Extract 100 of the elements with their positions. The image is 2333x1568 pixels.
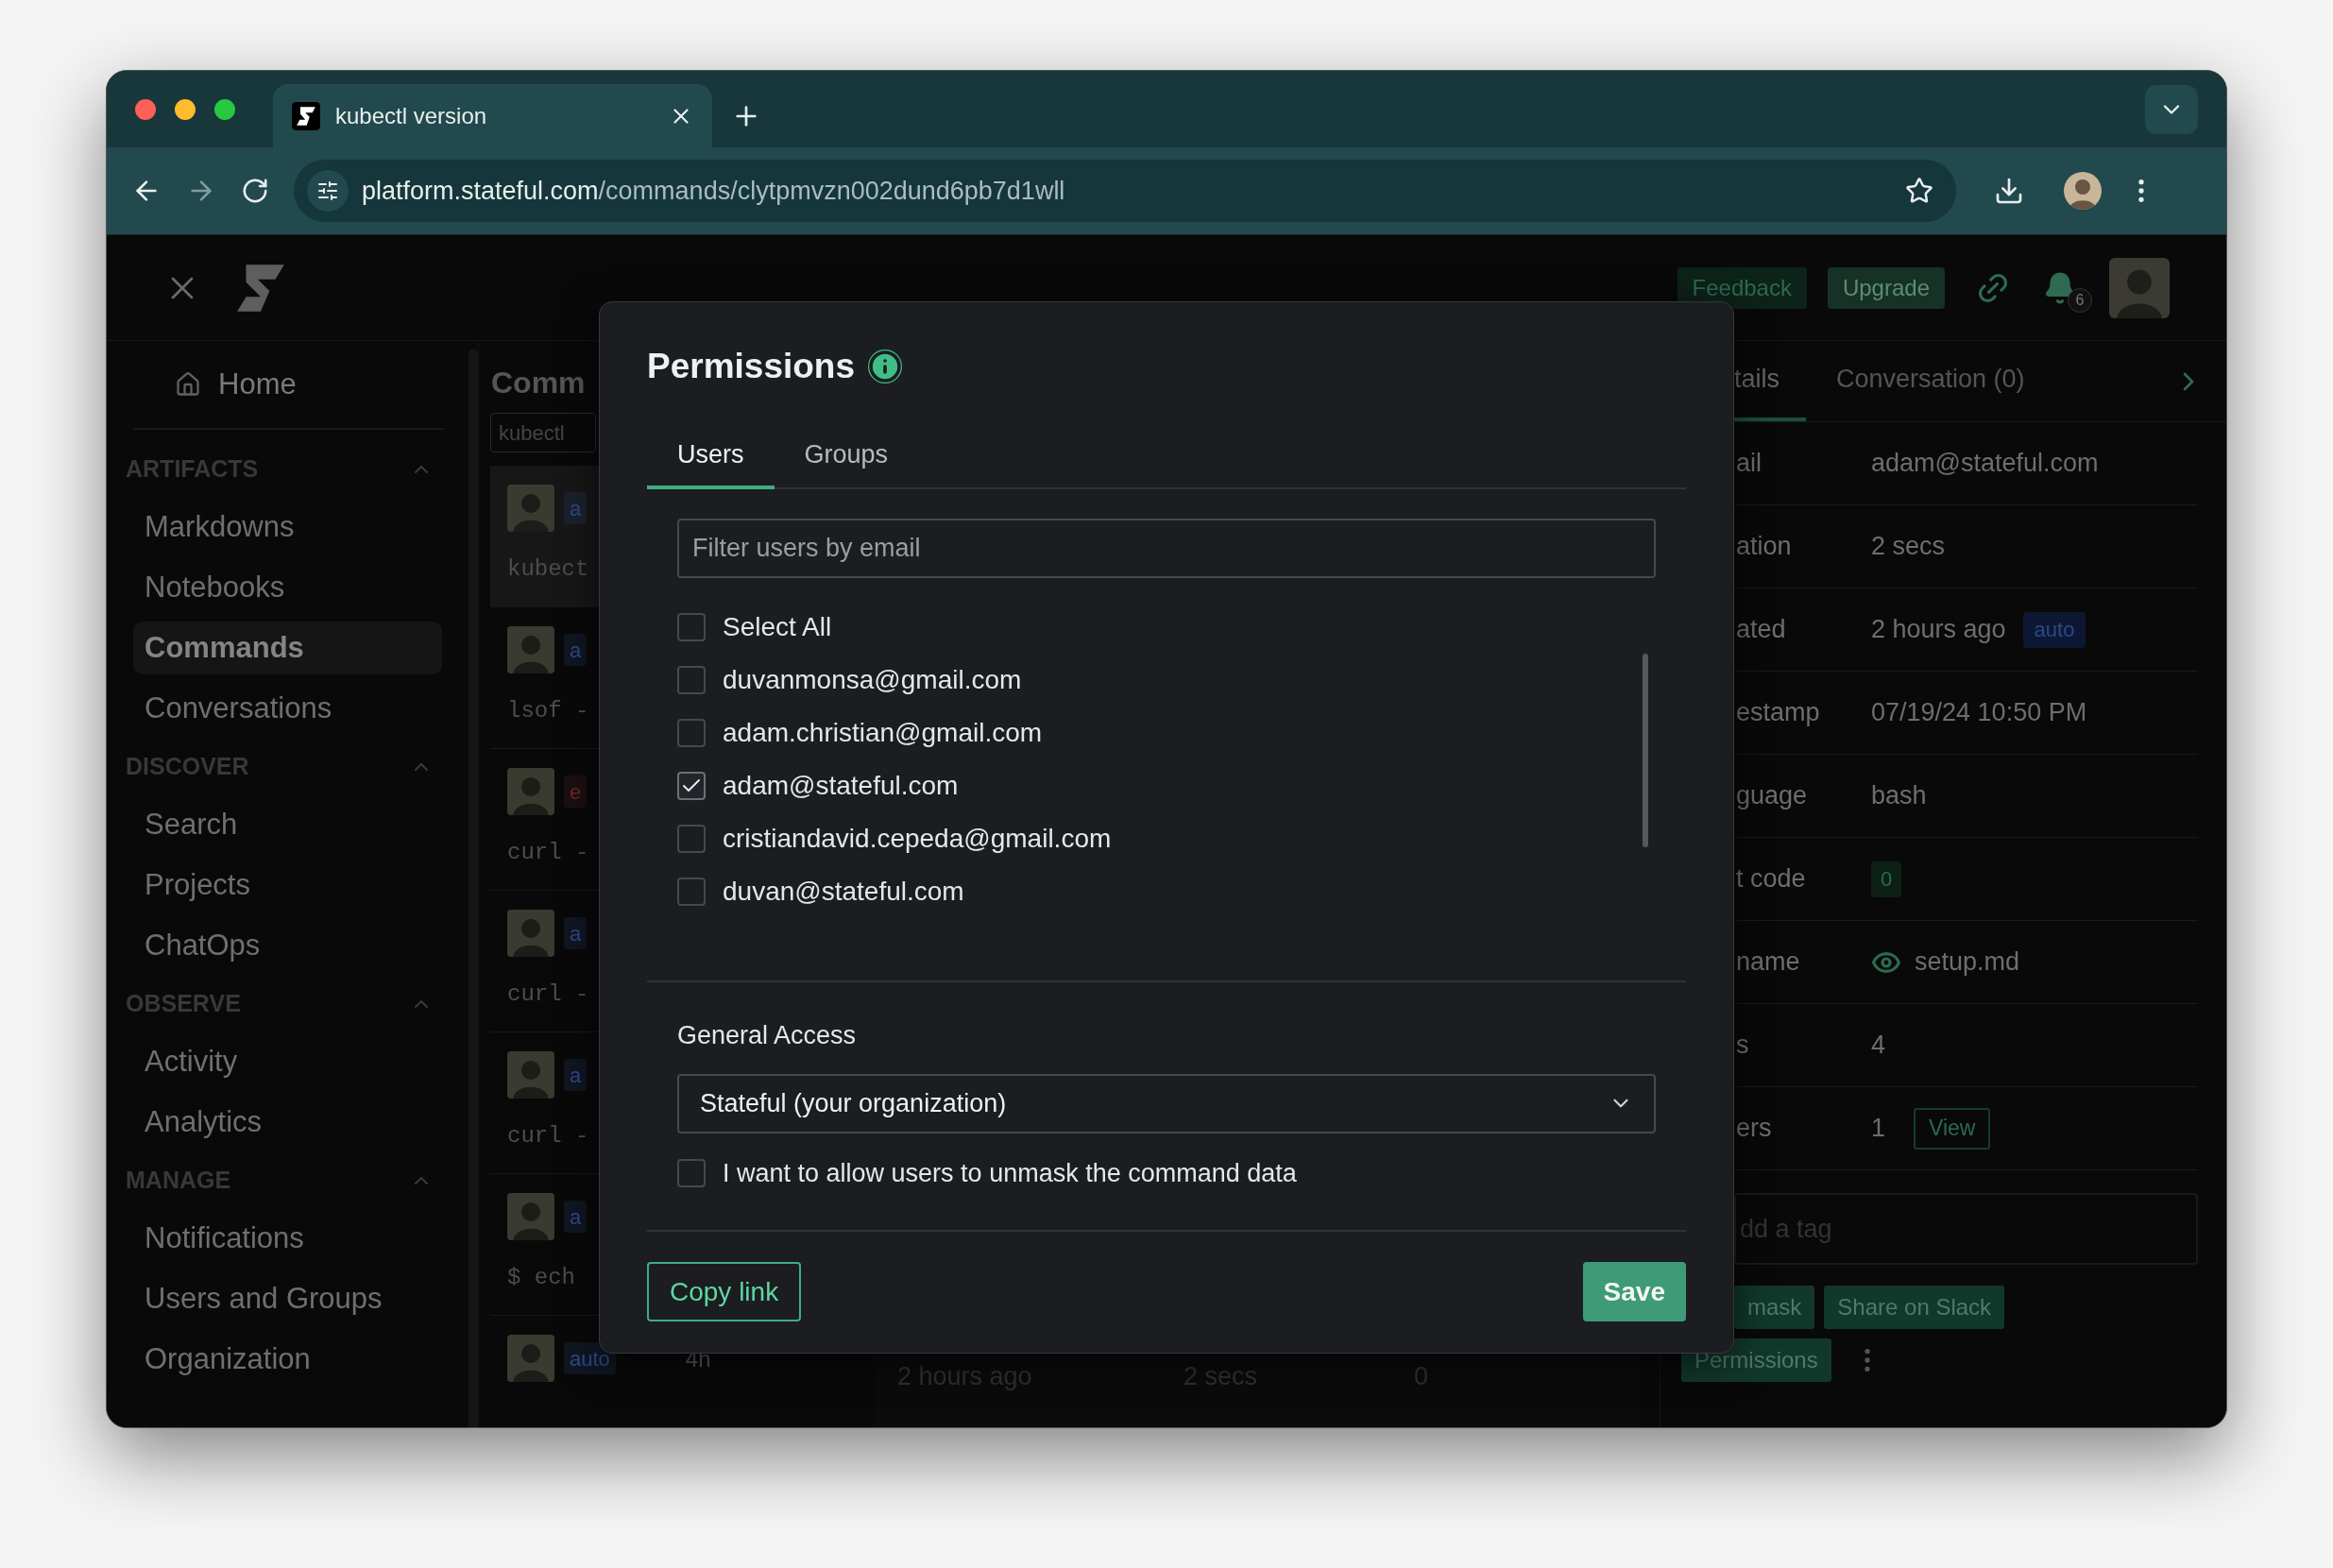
checkbox[interactable] [677,878,706,906]
field-label: estamp [1736,697,1821,729]
access-select[interactable]: Stateful (your organization) [677,1073,1656,1133]
avatar [507,910,554,957]
home-link[interactable]: Home [218,362,297,407]
general-access-label: General Access [677,1020,858,1051]
field-value: setup.md [1915,946,2020,979]
field-value: 07/19/24 10:50 PM [1871,697,2087,729]
avatar [507,1335,554,1382]
field-value: bash [1871,780,1927,812]
sidebar-item[interactable]: Analytics [133,1096,442,1149]
upgrade-button[interactable]: Upgrade [1827,266,1945,309]
info-icon[interactable] [868,349,903,383]
filter-field[interactable]: Filter users by email [677,519,1656,578]
avatar [507,626,554,673]
command-text: lsof - [507,697,589,725]
page-title: Comm [490,365,586,401]
site-favicon [292,101,320,130]
sidebar-item[interactable]: ChatOps [133,919,442,972]
command-text: $ ech [507,1264,575,1292]
sidebar-item[interactable]: Search [133,798,442,851]
command-text: curl - [507,1122,589,1150]
field-value: 2 secs [1871,531,1946,563]
status-badge: e [564,775,588,808]
user-avatar [2109,257,2170,318]
browser-tab[interactable]: kubectl version [273,84,712,147]
status-badge: a [564,1201,588,1233]
search-field[interactable]: kubectl [490,413,596,452]
sidebar-item[interactable]: Conversations [133,682,442,735]
auto-badge: auto [2022,611,2086,648]
checkbox[interactable] [677,772,706,800]
field-label: ated [1736,614,1787,646]
avatar [507,1051,554,1099]
download-icon[interactable] [1994,176,2024,206]
user-email[interactable]: adam.christian@gmail.com [723,713,1043,753]
details-tab[interactable]: Conversation (0) [1806,341,2055,421]
save-button[interactable]: Save [1582,1262,1686,1321]
sidebar-item[interactable]: Markdowns [133,501,442,554]
notification-count: 6 [2068,287,2092,313]
status-badge: a [564,917,588,949]
exit-code-badge: 0 [1871,861,1902,897]
sidebar-item[interactable]: Commands [133,622,442,674]
sidebar-item[interactable]: Activity [133,1035,442,1088]
field-label: ail [1736,448,1763,480]
sidebar-item[interactable]: Organization [133,1333,442,1386]
address-bar[interactable]: platform.stateful.com/commands/clytpmvzn002dund6pb7d1wll [294,160,1956,222]
field-value: 2 hours ago [1871,614,2006,646]
tab-list-button[interactable] [2145,84,2198,134]
sidebar-item[interactable]: Notebooks [133,561,442,614]
field-label: t code [1736,863,1807,895]
list-scrollbar[interactable] [1643,654,1648,847]
field-value: adam@stateful.com [1871,448,2099,480]
avatar [507,1193,554,1240]
field-label: s [1736,1030,1750,1062]
copy-link-button[interactable]: Copy link [647,1262,802,1321]
minimize-window-button[interactable] [175,98,196,120]
sidebar-item[interactable]: Notifications [133,1212,442,1265]
avatar [507,768,554,815]
reload-icon[interactable] [241,177,269,205]
command-text: curl - [507,980,589,1009]
avatar [507,485,554,532]
dialog-title: Permissions [647,346,856,388]
unmask-option-label[interactable]: I want to allow users to unmask the command data [723,1153,1297,1192]
field-label: guage [1736,780,1809,812]
sidebar-item[interactable]: Projects [133,859,442,912]
feedback-button[interactable]: Feedback [1677,266,1807,309]
action-button[interactable]: mask [1734,1286,1815,1329]
checkbox[interactable] [677,719,706,747]
user-email[interactable]: adam@stateful.com [723,766,959,806]
checkbox[interactable] [677,666,706,694]
bookmark-star-icon[interactable] [1905,177,1933,205]
user-email[interactable]: cristiandavid.cepeda@gmail.com [723,819,1112,859]
user-email[interactable]: duvan@stateful.com [723,872,964,912]
command-text: curl - [507,839,589,867]
view-button[interactable]: View [1914,1107,1991,1150]
profile-avatar [2064,172,2102,210]
checkbox[interactable] [677,825,706,853]
field-label: ation [1736,531,1793,563]
dialog-tab[interactable]: Users [647,423,775,489]
status-badge: a [564,492,588,524]
status-badge: a [564,1059,588,1091]
close-window-button[interactable] [135,98,156,120]
field-label: ers [1736,1113,1773,1145]
site-settings-icon[interactable] [307,170,349,212]
scrollbar[interactable] [468,349,478,1427]
checkbox[interactable] [677,1158,706,1187]
user-email[interactable]: duvanmonsa@gmail.com [723,660,1022,700]
maximize-window-button[interactable] [214,98,235,120]
field-value: 1 [1871,1113,1886,1145]
sidebar-item[interactable]: Users and Groups [133,1272,442,1325]
status-badge: a [564,634,588,666]
checkbox[interactable] [677,613,706,641]
dialog-tab[interactable]: Groups [774,423,919,489]
home-icon [175,371,201,398]
tab-title: kubectl version [335,101,488,130]
action-button[interactable]: Share on Slack [1824,1286,2005,1329]
field-label: name [1736,946,1801,979]
url-text: platform.stateful.com/commands/clytpmvzn002dund6pb7d1wll [362,175,1066,207]
user-email[interactable]: Select All [723,607,832,647]
field-value: 4 [1871,1030,1886,1062]
